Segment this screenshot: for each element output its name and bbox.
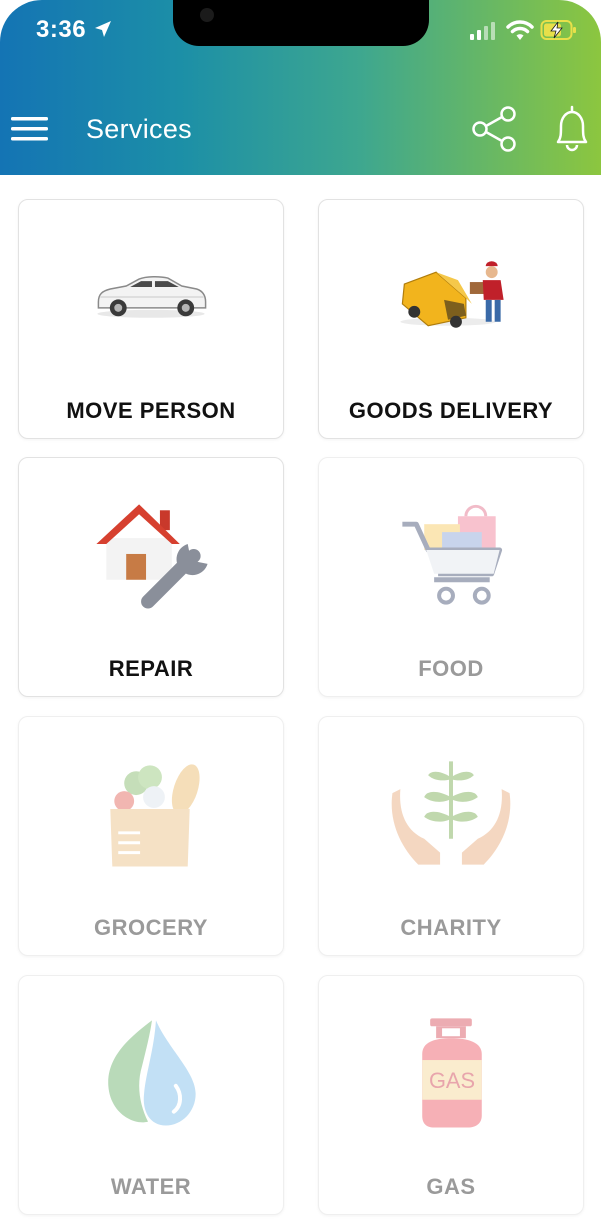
- location-arrow-icon: [95, 21, 111, 37]
- grocery-bag-icon: [110, 764, 200, 867]
- battery-charging-icon: [540, 20, 576, 40]
- delivery-van-icon: [400, 261, 504, 328]
- service-card-move-person[interactable]: MOVE PERSON: [18, 199, 284, 439]
- service-label: REPAIR: [108, 656, 194, 681]
- house-repair-icon: [96, 504, 208, 609]
- notification-bell-icon[interactable]: [552, 104, 592, 152]
- wifi-icon: [506, 20, 534, 40]
- cellular-signal-icon: [470, 22, 495, 40]
- service-card-water[interactable]: WATER: [18, 975, 284, 1215]
- gas-cylinder-text: GAS: [429, 1068, 475, 1093]
- service-label: CHARITY: [400, 915, 502, 940]
- service-label: MOVE PERSON: [66, 398, 236, 423]
- service-label: GAS: [426, 1174, 476, 1199]
- service-card-grocery[interactable]: GROCERY: [18, 716, 284, 956]
- camera-dot: [200, 8, 214, 22]
- app-header: 3:36 Services: [0, 0, 601, 175]
- water-drop-icon: [108, 1020, 196, 1126]
- share-icon[interactable]: [470, 105, 520, 153]
- shopping-cart-icon: [402, 504, 503, 605]
- service-label: WATER: [110, 1174, 192, 1199]
- service-card-food[interactable]: FOOD: [318, 457, 584, 697]
- hands-plant-icon: [391, 761, 511, 865]
- device-notch: [173, 0, 429, 46]
- service-label: GOODS DELIVERY: [348, 398, 554, 423]
- service-label: GROCERY: [94, 915, 208, 940]
- service-card-charity[interactable]: CHARITY: [318, 716, 584, 956]
- status-time: 3:36: [36, 16, 87, 43]
- car-icon: [97, 275, 207, 318]
- service-card-gas[interactable]: GAS GAS: [318, 975, 584, 1215]
- service-label: FOOD: [418, 656, 484, 681]
- service-card-goods-delivery[interactable]: GOODS DELIVERY: [318, 199, 584, 439]
- service-card-repair[interactable]: REPAIR: [18, 457, 284, 697]
- gas-cylinder-icon: GAS: [422, 1018, 482, 1128]
- hamburger-menu-icon[interactable]: [11, 116, 49, 142]
- page-title: Services: [86, 114, 192, 144]
